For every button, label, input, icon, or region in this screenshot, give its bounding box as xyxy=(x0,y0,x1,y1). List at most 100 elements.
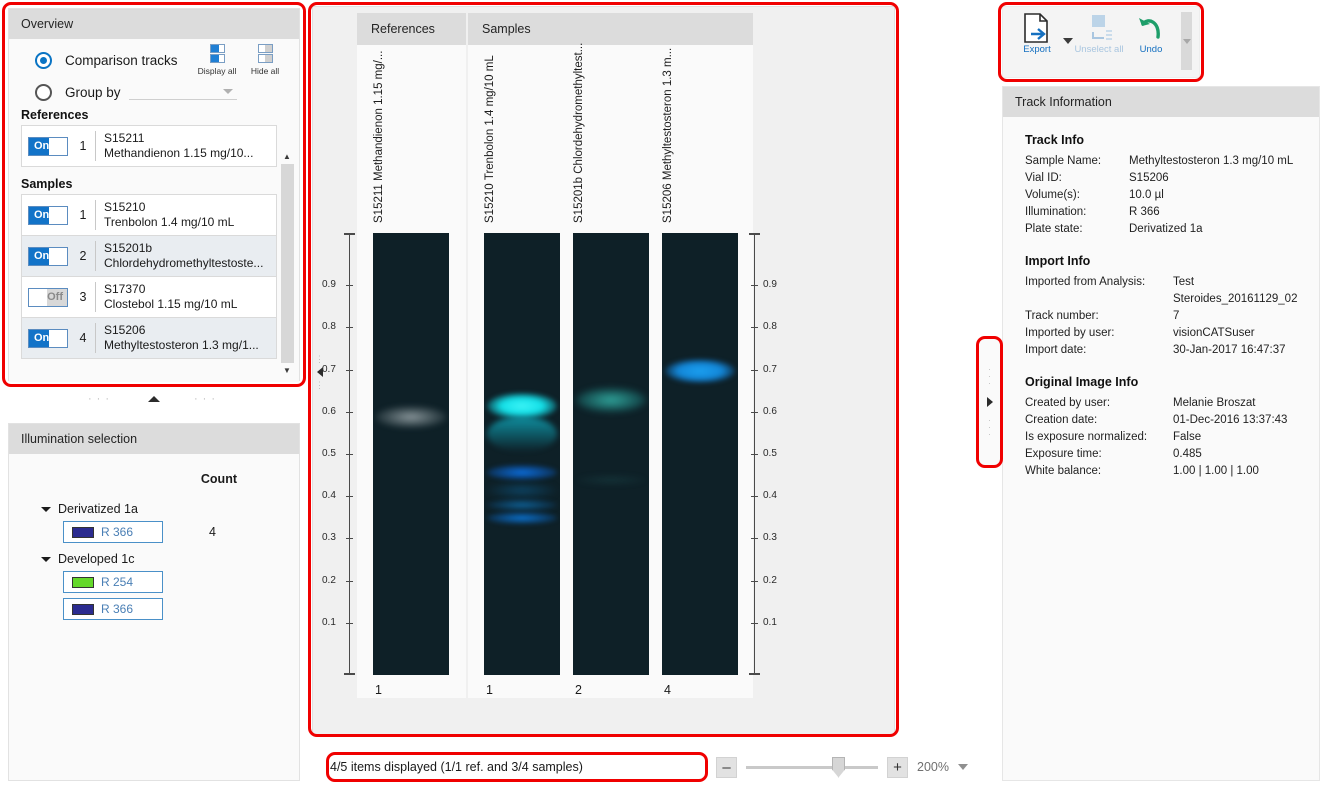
lane-label: S15210 Trenbolon 1.4 mg/10 mL xyxy=(484,55,496,223)
rf-tick xyxy=(346,412,353,413)
zoom-slider[interactable] xyxy=(746,756,878,778)
lane-label: S15201b Chlordehydromethyltest... xyxy=(573,42,585,223)
track-text: S15210 Trenbolon 1.4 mg/10 mL xyxy=(95,200,276,230)
info-row: Track number: 7 xyxy=(1025,308,1319,325)
info-value: Methyltestosteron 1.3 mg/10 mL xyxy=(1129,155,1294,167)
info-row: Imported by user: visionCATSuser xyxy=(1025,325,1319,342)
zoom-slider-thumb[interactable] xyxy=(832,756,845,778)
display-all-label: Display all xyxy=(197,66,237,76)
tab-samples[interactable]: Samples xyxy=(468,13,753,45)
lane-image[interactable] xyxy=(484,233,560,675)
rf-tick xyxy=(346,623,353,624)
illumination-item[interactable]: R 254 xyxy=(63,571,285,593)
lane-sample-2[interactable]: S15201b Chlordehydromethyltest... 2 xyxy=(573,42,649,698)
section-heading-track-info: Track Info xyxy=(1025,133,1085,147)
info-panel-splitter[interactable]: · · · · · · xyxy=(978,338,1001,466)
export-icon xyxy=(1024,13,1048,43)
scrollbar-thumb[interactable] xyxy=(280,164,294,363)
hide-all-button[interactable]: Hide all xyxy=(243,44,287,76)
info-row: Exposure time: 0.485 xyxy=(1025,446,1319,463)
rf-tick-label: 0.3 xyxy=(763,532,777,543)
lane-reference-1[interactable]: S15211 Methandienon 1.15 mg/... 1 xyxy=(373,45,449,698)
rf-tick-label: 0.5 xyxy=(763,448,777,459)
track-text: S15201b Chlordehydromethyltestoste... xyxy=(95,241,276,271)
illumination-item[interactable]: R 366 xyxy=(63,598,285,620)
unselect-all-icon xyxy=(1092,15,1112,40)
export-dropdown-caret-icon[interactable] xyxy=(1063,38,1073,44)
overview-scrollbar[interactable]: ▲ ▼ xyxy=(279,151,295,376)
track-index: 4 xyxy=(79,331,87,345)
collapse-up-icon[interactable] xyxy=(148,396,160,402)
track-name: Methyltestosteron 1.3 mg/1... xyxy=(104,338,259,352)
zoom-in-button[interactable]: + xyxy=(887,756,908,778)
info-row: Sample Name: Methyltestosteron 1.3 mg/10 … xyxy=(1025,153,1319,170)
info-key: Created by user: xyxy=(1025,397,1111,409)
radio-comparison-tracks[interactable] xyxy=(35,51,52,69)
illumination-chip[interactable]: R 366 xyxy=(63,598,163,620)
track-name: Chlordehydromethyltestoste... xyxy=(104,256,264,270)
lane-image[interactable] xyxy=(373,233,449,675)
unselect-all-button[interactable]: Unselect all xyxy=(1073,12,1125,55)
track-row[interactable]: On 2 S15201b Chlordehydromethyltestoste.… xyxy=(21,235,277,277)
chevron-expanded-icon[interactable] xyxy=(41,506,51,512)
rf-tick xyxy=(346,496,353,497)
track-toggle[interactable]: On xyxy=(28,136,68,156)
info-value: Derivatized 1a xyxy=(1129,223,1203,235)
illumination-group-label: Derivatized 1a xyxy=(58,502,138,516)
zoom-level-value: 200% xyxy=(917,760,949,774)
group-by-select[interactable] xyxy=(128,85,237,100)
overview-panel: Overview Comparison tracks Display all H… xyxy=(8,8,300,382)
mode-group-by[interactable]: Group by xyxy=(35,77,289,107)
track-toggle[interactable]: Off xyxy=(28,287,68,307)
illumination-group-derivatized[interactable]: Derivatized 1a xyxy=(41,502,285,516)
track-index: 2 xyxy=(79,249,87,263)
overview-illumination-splitter[interactable]: ··· ··· xyxy=(8,386,300,412)
track-row[interactable]: On 1 S15211 Methandienon 1.15 mg/10... xyxy=(21,125,277,167)
track-row[interactable]: Off 3 S17370 Clostebol 1.15 mg/10 mL xyxy=(21,276,277,318)
rf-tick xyxy=(751,581,758,582)
scroll-up-icon[interactable]: ▲ xyxy=(283,151,291,162)
illumination-group-developed[interactable]: Developed 1c xyxy=(41,552,285,566)
mode-comparison-tracks[interactable]: Comparison tracks Display all Hide all xyxy=(35,44,289,76)
splitter-dots-left: ··· xyxy=(88,393,114,405)
info-value: Test Steroides_20161129_02 xyxy=(1173,276,1298,305)
illumination-group-label: Developed 1c xyxy=(58,552,135,566)
track-information-body: Track Info Sample Name: Methyltestosteron… xyxy=(1003,117,1319,480)
color-swatch-icon xyxy=(72,526,94,538)
lane-sample-1[interactable]: S15210 Trenbolon 1.4 mg/10 mL 1 xyxy=(484,45,560,698)
undo-button[interactable]: Undo xyxy=(1125,12,1177,55)
rf-tick xyxy=(346,285,353,286)
track-text: S15206 Methyltestosteron 1.3 mg/1... xyxy=(95,323,276,353)
overview-body: Comparison tracks Display all Hide all G… xyxy=(9,39,299,382)
illumination-item[interactable]: R 366 4 xyxy=(63,521,285,543)
toolbar-overflow-button[interactable] xyxy=(1181,12,1192,70)
hide-all-label: Hide all xyxy=(250,66,280,76)
scroll-down-icon[interactable]: ▼ xyxy=(283,365,291,376)
rf-tick-label: 0.1 xyxy=(763,617,777,628)
lane-image[interactable] xyxy=(662,233,738,675)
display-all-button[interactable]: Display all xyxy=(195,44,239,76)
info-value: 01-Dec-2016 13:37:43 xyxy=(1173,414,1288,426)
chevron-down-icon[interactable] xyxy=(957,764,968,770)
track-toggle[interactable]: On xyxy=(28,205,68,225)
track-row[interactable]: On 1 S15210 Trenbolon 1.4 mg/10 mL xyxy=(21,194,277,236)
lane-image[interactable] xyxy=(573,233,649,675)
collapse-right-icon[interactable] xyxy=(986,397,993,407)
track-row[interactable]: On 4 S15206 Methyltestosteron 1.3 mg/1..… xyxy=(21,317,277,359)
track-vial: S17370 xyxy=(104,282,146,296)
export-button[interactable]: Export xyxy=(1011,12,1063,55)
chevron-expanded-icon[interactable] xyxy=(41,556,51,562)
track-toggle[interactable]: On xyxy=(28,328,68,348)
illumination-chip[interactable]: R 366 xyxy=(63,521,163,543)
zoom-controls[interactable]: – + 200% xyxy=(716,753,986,781)
info-key: White balance: xyxy=(1025,465,1102,477)
lane-sample-4[interactable]: S15206 Methyltestosteron 1.3 m... 4 xyxy=(662,45,738,698)
info-key: Creation date: xyxy=(1025,414,1098,426)
radio-group-by[interactable] xyxy=(35,83,52,101)
track-toggle[interactable]: On xyxy=(28,246,68,266)
zoom-out-button[interactable]: – xyxy=(716,756,737,778)
illumination-chip[interactable]: R 254 xyxy=(63,571,163,593)
handle-dots-top: ⋮ xyxy=(315,354,324,364)
info-row: White balance: 1.00 | 1.00 | 1.00 xyxy=(1025,463,1319,480)
tab-references[interactable]: References xyxy=(357,13,466,45)
